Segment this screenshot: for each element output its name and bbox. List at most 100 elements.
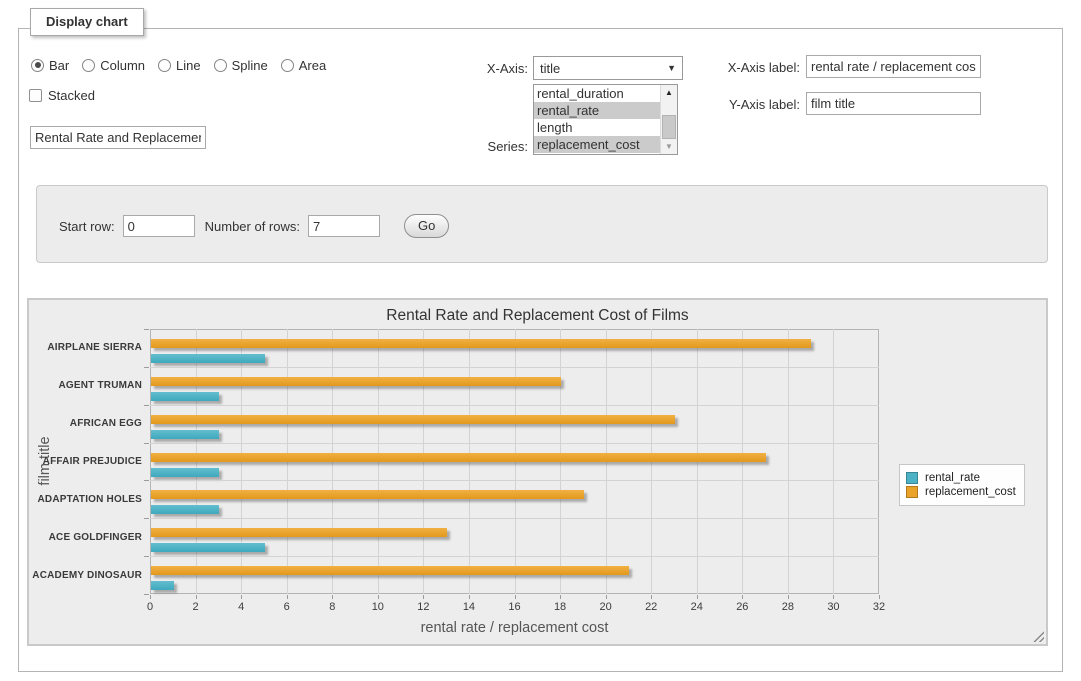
x-tick: [469, 595, 470, 599]
x-tick-label: 30: [818, 601, 848, 613]
x-tick: [150, 595, 151, 599]
radio-icon[interactable]: [214, 59, 227, 72]
num-rows-label: Number of rows:: [205, 219, 300, 234]
legend-item: rental_rate: [906, 472, 1016, 484]
y-tick: [144, 405, 149, 406]
x-tick: [788, 595, 789, 599]
legend-swatch: [906, 486, 918, 498]
x-tick: [879, 595, 880, 599]
series-listbox[interactable]: rental_durationrental_ratelengthreplacem…: [533, 84, 678, 155]
chart-container: Rental Rate and Replacement Cost of Film…: [27, 298, 1048, 646]
stacked-checkbox[interactable]: [29, 89, 42, 102]
x-tick-label: 14: [454, 601, 484, 613]
scrollbar-thumb[interactable]: [662, 115, 676, 139]
x-tick: [332, 595, 333, 599]
gridline-x: [788, 329, 789, 594]
y-axis-label-caption: Y-Axis label:: [700, 97, 800, 112]
radio-label: Bar: [49, 58, 69, 73]
gridline-x: [833, 329, 834, 594]
gridline-y: [150, 367, 879, 368]
bar-rental_rate: [151, 392, 219, 401]
x-tick: [515, 595, 516, 599]
y-category-label: ACADEMY DINOSAUR: [29, 556, 142, 594]
y-tick: [144, 556, 149, 557]
radio-icon[interactable]: [82, 59, 95, 72]
x-tick-label: 16: [500, 601, 530, 613]
x-tick: [196, 595, 197, 599]
legend-label: rental_rate: [925, 472, 980, 484]
legend-label: replacement_cost: [925, 486, 1016, 498]
y-category-label: ADAPTATION HOLES: [29, 480, 142, 518]
scroll-up-icon[interactable]: ▲: [661, 85, 677, 100]
x-axis-select[interactable]: title ▼: [533, 56, 683, 80]
bar-replacement_cost: [151, 490, 584, 499]
series-listbox-label: Series:: [430, 139, 528, 154]
bar-rental_rate: [151, 354, 265, 363]
bar-replacement_cost: [151, 453, 766, 462]
start-row-label: Start row:: [59, 219, 115, 234]
bar-rental_rate: [151, 505, 219, 514]
chart-legend: rental_rate replacement_cost: [899, 464, 1025, 506]
num-rows-input[interactable]: [308, 215, 380, 237]
bar-replacement_cost: [151, 339, 811, 348]
x-tick-label: 2: [181, 601, 211, 613]
radio-line[interactable]: Line: [158, 58, 201, 73]
gridline-y: [150, 405, 879, 406]
go-button[interactable]: Go: [404, 214, 449, 238]
y-tick: [144, 329, 149, 330]
y-tick: [144, 594, 149, 595]
series-option-rental_rate[interactable]: rental_rate: [534, 102, 660, 119]
series-option-replacement_cost[interactable]: replacement_cost: [534, 136, 660, 153]
y-tick: [144, 518, 149, 519]
y-category-label: AIRPLANE SIERRA: [29, 329, 142, 367]
x-axis-select-label: X-Axis:: [430, 61, 528, 76]
x-tick: [378, 595, 379, 599]
x-tick-label: 8: [317, 601, 347, 613]
series-option-length[interactable]: length: [534, 119, 660, 136]
x-tick: [697, 595, 698, 599]
resize-handle-icon[interactable]: [1033, 631, 1044, 642]
bar-replacement_cost: [151, 377, 561, 386]
bar-rental_rate: [151, 430, 219, 439]
radio-label: Line: [176, 58, 201, 73]
radio-label: Spline: [232, 58, 268, 73]
radio-icon[interactable]: [281, 59, 294, 72]
x-tick: [423, 595, 424, 599]
x-tick: [606, 595, 607, 599]
radio-bar[interactable]: Bar: [31, 58, 69, 73]
bar-replacement_cost: [151, 566, 629, 575]
x-axis-label-input[interactable]: [806, 55, 981, 78]
x-tick-label: 22: [636, 601, 666, 613]
bar-rental_rate: [151, 543, 265, 552]
x-axis-label-caption: X-Axis label:: [700, 60, 800, 75]
x-tick-label: 4: [226, 601, 256, 613]
x-tick-label: 6: [272, 601, 302, 613]
x-tick-label: 20: [591, 601, 621, 613]
y-category-label: AFFAIR PREJUDICE: [29, 443, 142, 481]
gridline-y: [150, 443, 879, 444]
y-category-label: ACE GOLDFINGER: [29, 518, 142, 556]
legend-swatch: [906, 472, 918, 484]
bar-rental_rate: [151, 468, 219, 477]
x-tick: [742, 595, 743, 599]
series-option-rental_duration[interactable]: rental_duration: [534, 85, 660, 102]
x-axis-selected-value: title: [540, 61, 667, 76]
scroll-down-icon[interactable]: ▼: [661, 139, 677, 154]
y-axis-label-input[interactable]: [806, 92, 981, 115]
bar-replacement_cost: [151, 415, 675, 424]
x-tick-label: 10: [363, 601, 393, 613]
stacked-checkbox-row[interactable]: Stacked: [29, 88, 95, 103]
radio-spline[interactable]: Spline: [214, 58, 268, 73]
radio-icon[interactable]: [158, 59, 171, 72]
listbox-scrollbar[interactable]: ▲ ▼: [660, 85, 677, 154]
chart-title-input[interactable]: [30, 126, 206, 149]
chart-title: Rental Rate and Replacement Cost of Film…: [29, 307, 1046, 325]
x-tick-label: 26: [727, 601, 757, 613]
radio-column[interactable]: Column: [82, 58, 145, 73]
x-tick-label: 24: [682, 601, 712, 613]
radio-icon[interactable]: [31, 59, 44, 72]
gridline-y: [150, 518, 879, 519]
start-row-input[interactable]: [123, 215, 195, 237]
radio-area[interactable]: Area: [281, 58, 326, 73]
x-tick-label: 28: [773, 601, 803, 613]
